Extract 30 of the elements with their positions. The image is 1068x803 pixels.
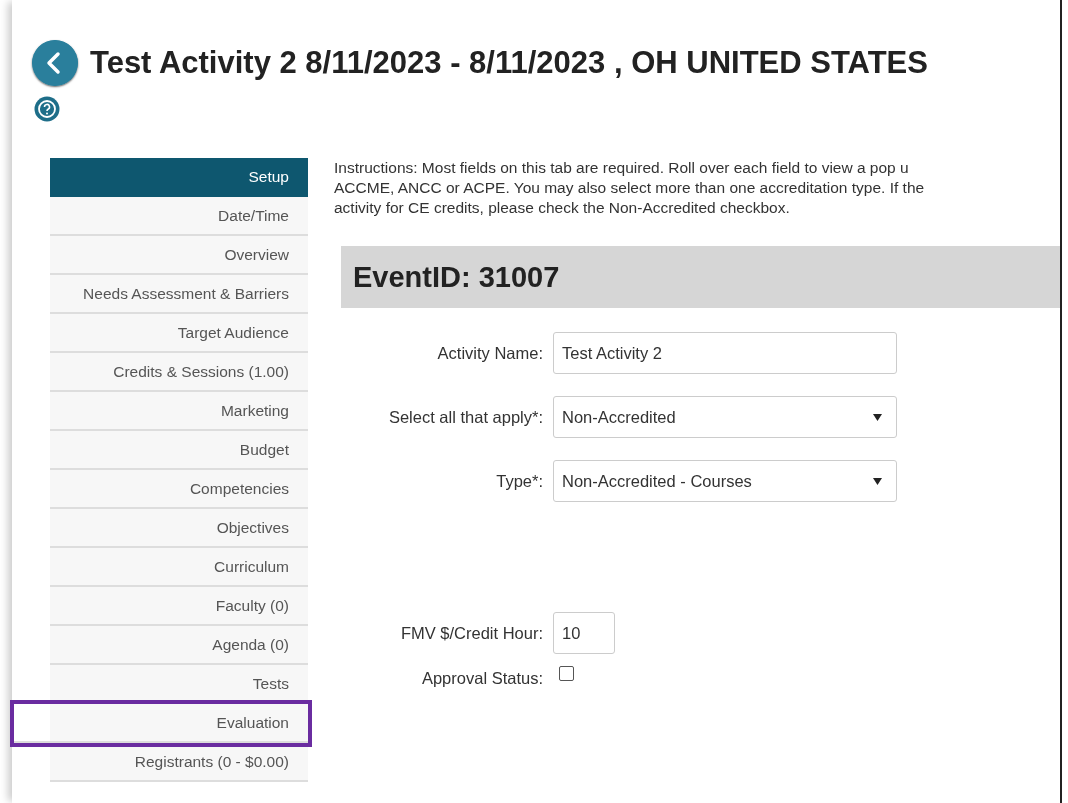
sidebar-item[interactable]: Credits & Sessions (1.00)	[50, 353, 308, 392]
sidebar-item[interactable]: Setup	[50, 158, 308, 197]
text-field[interactable]: 10	[553, 612, 615, 654]
sidebar-item[interactable]: Date/Time	[50, 197, 308, 236]
text-field[interactable]: Test Activity 2	[553, 332, 897, 374]
caret-icon	[873, 413, 882, 421]
field-label: Select all that apply*:	[387, 407, 544, 427]
checkbox[interactable]	[559, 666, 574, 681]
page-title: Test Activity 2 8/11/2023 - 8/11/2023 , OH UNITED STATES	[90, 45, 928, 81]
caret-icon	[873, 477, 882, 485]
dropdown[interactable]: Non-Accredited	[553, 396, 897, 438]
field-label: Activity Name:	[436, 343, 544, 363]
field-label: FMV $/Credit Hour:	[399, 623, 544, 643]
sidebar-item[interactable]: Competencies	[50, 470, 308, 509]
sidebar-item[interactable]: Marketing	[50, 392, 308, 431]
sidebar-item[interactable]: Overview	[50, 236, 308, 275]
sidebar-item[interactable]: Objectives	[50, 509, 308, 548]
sidebar-item[interactable]: Target Audience	[50, 314, 308, 353]
back-button[interactable]	[32, 40, 78, 86]
sidebar-item[interactable]: Agenda (0)	[50, 626, 308, 665]
dropdown[interactable]: Non-Accredited - Courses	[553, 460, 897, 502]
sidebar-item[interactable]: Faculty (0)	[50, 587, 308, 626]
section-header: EventID: 31007	[341, 246, 1060, 308]
help-icon[interactable]	[34, 96, 60, 122]
sidebar-item[interactable]: Needs Assessment & Barriers	[50, 275, 308, 314]
sidebar-item[interactable]: Budget	[50, 431, 308, 470]
instructions-text: Instructions: Most fields on this tab are required. Roll over each field to view a pop u ACCME, ANCC or ACPE. You may also select more than one accreditation type. If the activity for CE credits, please check the Non-Accredited checkbox.	[334, 158, 926, 218]
sidebar-item[interactable]: Curriculum	[50, 548, 308, 587]
field-label: Type*:	[495, 471, 544, 491]
field-label: Approval Status:	[420, 669, 544, 688]
